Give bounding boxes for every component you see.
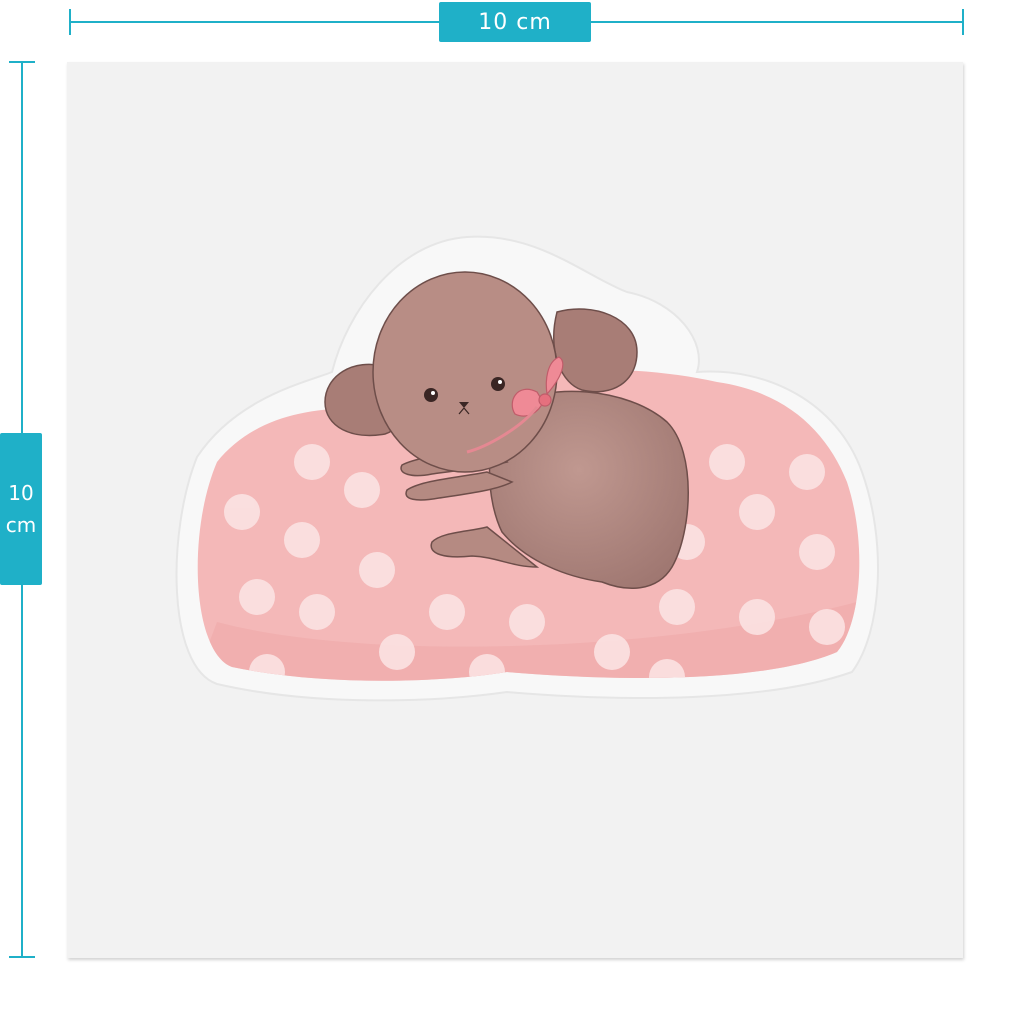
sticker-sheet bbox=[67, 62, 963, 958]
width-guide-right-cap bbox=[962, 9, 964, 35]
height-guide-bottom-cap bbox=[9, 956, 35, 958]
width-label-text: 10 cm bbox=[478, 9, 552, 35]
height-label-value: 10 bbox=[8, 481, 34, 505]
width-guide-left-cap bbox=[69, 9, 71, 35]
sticker-illustration bbox=[175, 235, 879, 702]
height-guide-top-cap bbox=[9, 61, 35, 63]
height-label: 10 cm bbox=[0, 433, 42, 585]
height-label-unit: cm bbox=[5, 513, 37, 537]
width-label: 10 cm bbox=[439, 2, 591, 42]
